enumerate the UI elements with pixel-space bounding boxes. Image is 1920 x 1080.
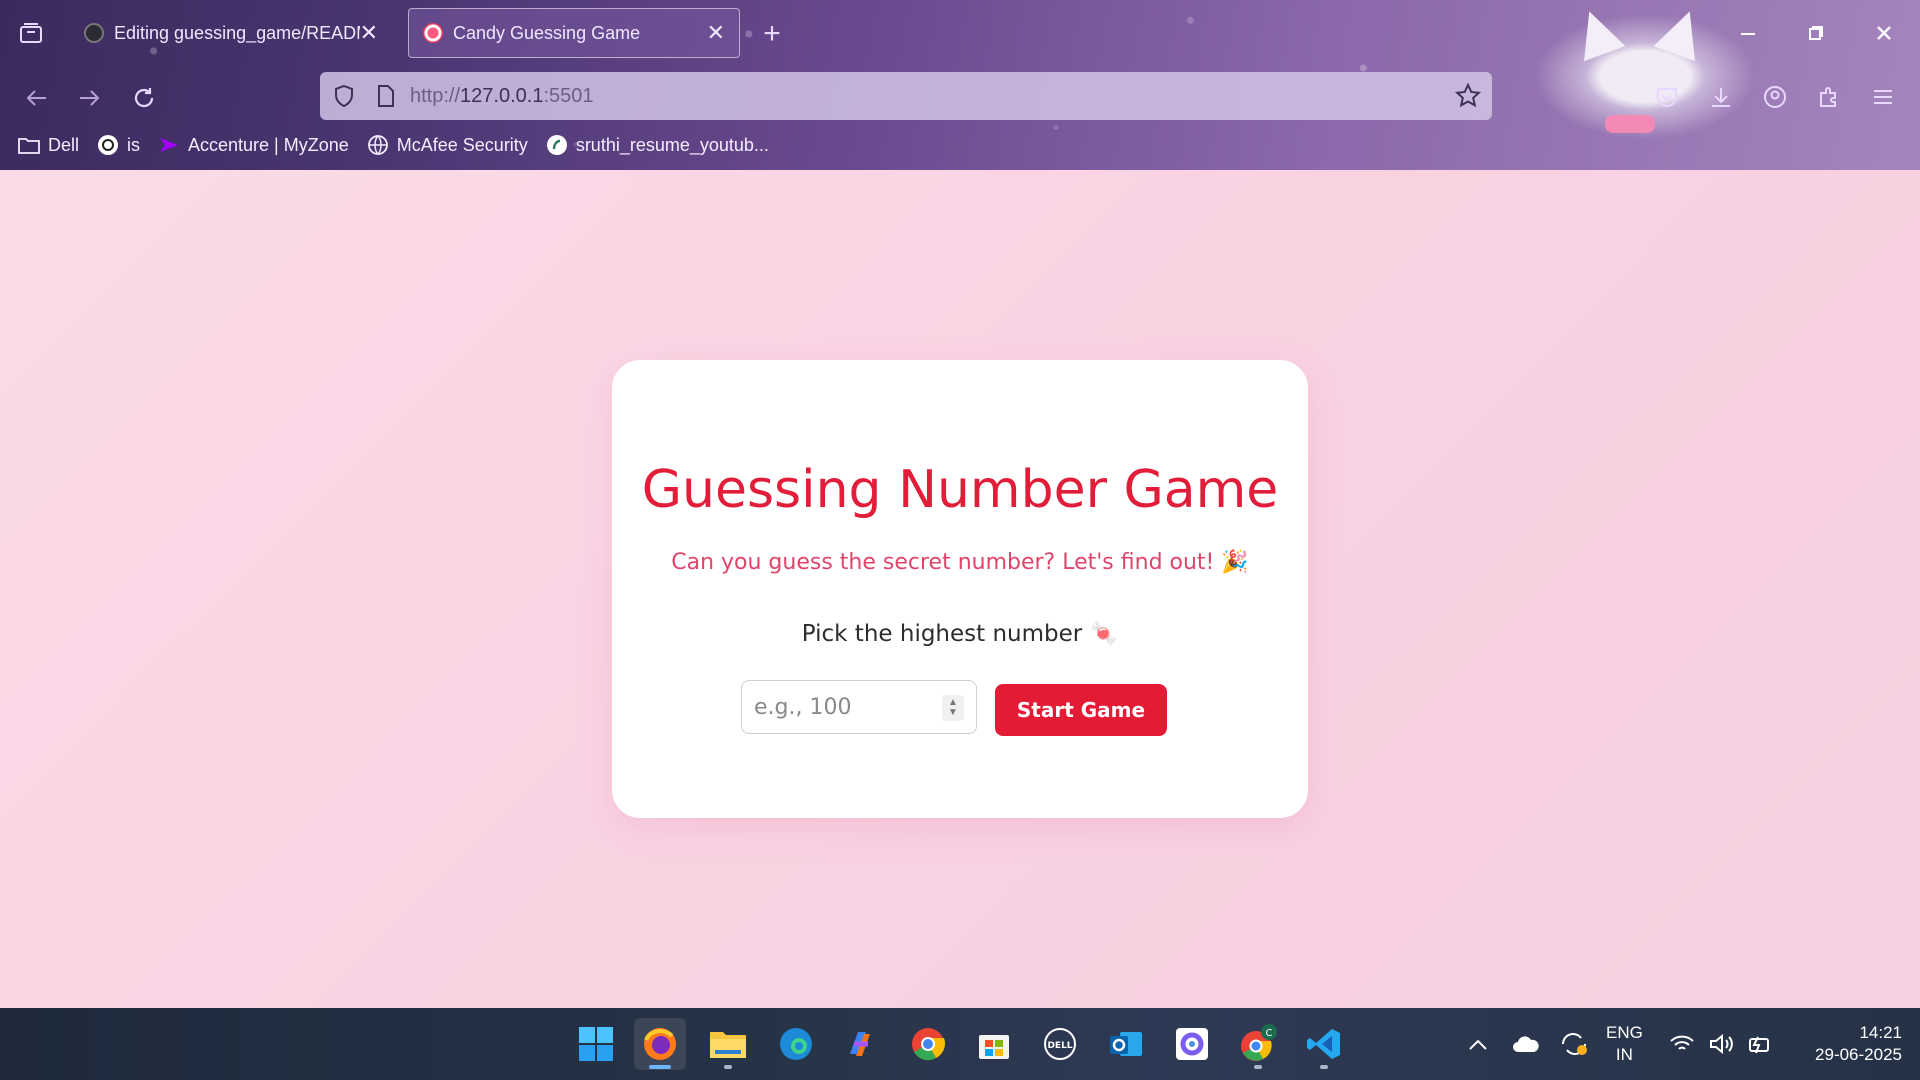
tab-list-icon[interactable] — [16, 18, 46, 48]
url-port: :5501 — [543, 84, 594, 107]
folder-icon — [18, 134, 40, 156]
microsoft-store-icon[interactable] — [968, 1018, 1020, 1070]
minimize-icon[interactable] — [1730, 18, 1766, 48]
address-bar[interactable]: http://127.0.0.1:5501 — [320, 72, 1492, 120]
bookmark-resume[interactable]: sruthi_resume_youtub... — [546, 134, 769, 156]
number-spinner[interactable]: ▲ ▼ — [942, 695, 964, 721]
url-text: http://127.0.0.1:5501 — [410, 85, 594, 108]
language-indicator[interactable]: ENG IN — [1606, 1022, 1643, 1066]
chatgpt-icon — [97, 134, 119, 156]
tab-candy-game[interactable]: Candy Guessing Game ✕ — [408, 8, 740, 58]
svg-text:DELL: DELL — [1047, 1041, 1072, 1051]
url-host: 127.0.0.1 — [460, 84, 544, 107]
extensions-icon[interactable] — [1814, 82, 1844, 112]
shield-icon[interactable] — [332, 84, 356, 108]
region-code: IN — [1615, 1045, 1633, 1064]
dell-icon[interactable]: DELL — [1034, 1018, 1086, 1070]
bookmark-label: is — [127, 134, 141, 155]
download-icon[interactable] — [1706, 82, 1736, 112]
taskbar: DELL C ENG IN 14:21 29-06-2025 — [0, 1008, 1920, 1080]
file-explorer-icon[interactable] — [702, 1018, 754, 1070]
game-card: Guessing Number Game Can you guess the s… — [612, 360, 1308, 818]
page-info-icon[interactable] — [374, 84, 398, 108]
account-icon[interactable] — [1760, 82, 1790, 112]
link-icon — [546, 134, 568, 156]
clock-time: 14:21 — [1859, 1023, 1902, 1042]
bookmark-label: Dell — [48, 134, 80, 155]
sync-icon[interactable] — [1548, 1018, 1600, 1070]
onedrive-cloud-icon[interactable] — [1500, 1018, 1552, 1070]
edge-icon[interactable] — [770, 1018, 822, 1070]
tab-readme[interactable]: Editing guessing_game/READM ✕ — [70, 8, 392, 58]
candy-target-icon — [423, 23, 443, 43]
power-automate-icon[interactable] — [1166, 1018, 1218, 1070]
max-number-input[interactable] — [754, 694, 934, 720]
close-tab-icon[interactable]: ✕ — [360, 20, 378, 46]
volume-icon[interactable] — [1702, 1018, 1742, 1070]
max-number-label: Pick the highest number 🍬 — [801, 621, 1119, 647]
forward-icon[interactable] — [74, 82, 106, 114]
back-icon[interactable] — [20, 82, 52, 114]
chrome-icon[interactable] — [902, 1018, 954, 1070]
menu-icon[interactable] — [1868, 82, 1898, 112]
bookmark-star-icon[interactable] — [1454, 82, 1482, 110]
bookmark-mcafee[interactable]: McAfee Security — [367, 134, 528, 156]
show-hidden-icons-chevron-icon[interactable] — [1452, 1018, 1504, 1070]
vscode-icon[interactable] — [1298, 1018, 1350, 1070]
tab-title: Candy Guessing Game — [453, 22, 641, 43]
pocket-icon[interactable] — [1652, 82, 1682, 112]
language-code: ENG — [1606, 1023, 1643, 1042]
windows-start-icon[interactable] — [570, 1018, 622, 1070]
clock-date: 29-06-2025 — [1815, 1045, 1902, 1064]
start-game-button[interactable]: Start Game — [995, 684, 1167, 736]
chrome-profile-icon[interactable]: C — [1232, 1018, 1284, 1070]
browser-chrome: Editing guessing_game/READM ✕ Candy Gues… — [0, 0, 1920, 170]
tab-title: Editing guessing_game/READM — [114, 22, 360, 43]
battery-charging-icon[interactable] — [1740, 1018, 1780, 1070]
github-icon — [84, 23, 104, 43]
outlook-icon[interactable] — [1100, 1018, 1152, 1070]
restore-icon[interactable] — [1798, 18, 1834, 48]
max-number-field[interactable]: ▲ ▼ — [741, 680, 977, 734]
bookmarks-bar: Dell is Accenture | MyZone McAfee Securi… — [18, 134, 769, 156]
url-prefix: http:// — [410, 84, 461, 107]
system-clock[interactable]: 14:21 29-06-2025 — [1815, 1022, 1902, 1066]
wifi-icon[interactable] — [1662, 1018, 1702, 1070]
close-tab-icon[interactable]: ✕ — [707, 20, 725, 46]
copilot-icon[interactable] — [834, 1018, 886, 1070]
bookmark-label: McAfee Security — [396, 134, 528, 155]
game-title: Guessing Number Game — [641, 460, 1279, 520]
page-viewport: Guessing Number Game Can you guess the s… — [0, 170, 1920, 1008]
firefox-icon[interactable] — [634, 1018, 686, 1070]
close-window-icon[interactable] — [1866, 18, 1902, 48]
bookmark-accenture[interactable]: Accenture | MyZone — [158, 134, 349, 156]
bookmark-is[interactable]: is — [97, 134, 140, 156]
bookmark-label: Accenture | MyZone — [188, 134, 349, 155]
bookmark-label: sruthi_resume_youtub... — [575, 134, 769, 155]
globe-icon — [367, 134, 389, 156]
bookmark-dell[interactable]: Dell — [18, 134, 79, 156]
accenture-icon — [158, 134, 180, 156]
game-subtitle: Can you guess the secret number? Let's f… — [671, 550, 1249, 575]
spin-down-icon[interactable]: ▼ — [948, 708, 958, 718]
svg-text:C: C — [1266, 1028, 1273, 1039]
new-tab-button[interactable]: + — [756, 16, 788, 52]
reload-icon[interactable] — [128, 82, 160, 114]
